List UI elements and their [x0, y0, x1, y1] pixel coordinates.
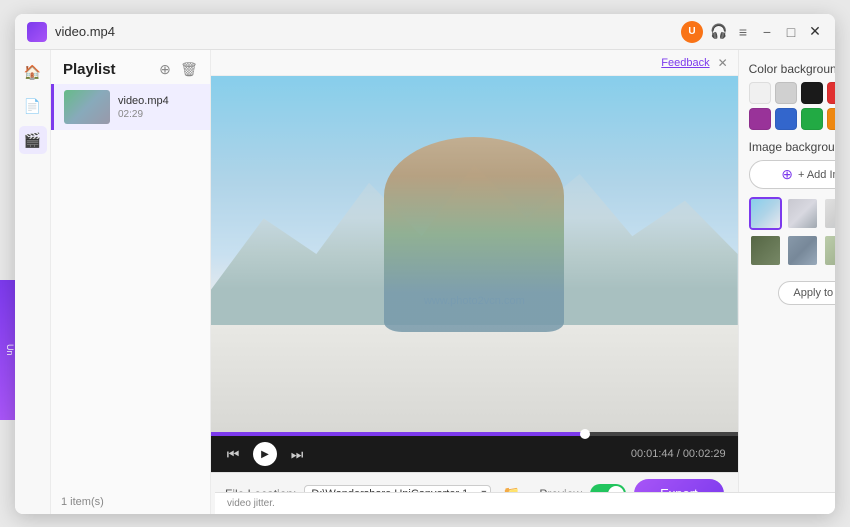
- add-image-label: + Add Image: [798, 169, 835, 181]
- window-title: video.mp4: [55, 24, 681, 39]
- prev-button[interactable]: ⏮: [223, 444, 243, 464]
- right-panel: Color background: Image background:: [738, 50, 835, 514]
- playlist-item-name: video.mp4: [118, 95, 200, 107]
- title-bar: video.mp4 U 🎧 ≡ − □ ✕: [15, 14, 835, 50]
- sidebar-home-icon[interactable]: 🏠: [19, 58, 47, 86]
- add-image-button[interactable]: ⊕ + Add Image: [749, 160, 835, 189]
- image-thumb-7[interactable]: [823, 234, 835, 267]
- plus-icon: ⊕: [781, 166, 793, 183]
- time-display: 00:01:44 / 00:02:29: [631, 448, 726, 460]
- swatch-blue[interactable]: [775, 108, 797, 130]
- tooltip-text: video jitter.: [227, 498, 275, 509]
- playlist-thumbnail: [64, 90, 110, 124]
- video-column: Feedback ✕ www.photo2vcn.com ⏮ ▶ ⏭: [211, 50, 738, 514]
- swatch-red[interactable]: [827, 82, 835, 104]
- image-grid: [749, 197, 835, 267]
- app-icon: [27, 22, 47, 42]
- image-bg-section: Image background: ⊕ + Add Image: [749, 140, 835, 267]
- playlist-header: Playlist ⊕ 🗑: [51, 50, 210, 84]
- swatch-black[interactable]: [801, 82, 823, 104]
- feedback-link[interactable]: Feedback: [661, 57, 709, 69]
- play-button[interactable]: ▶: [253, 442, 277, 466]
- playlist-actions: ⊕ 🗑: [156, 60, 198, 78]
- item-count: 1 item(s): [51, 490, 210, 514]
- playback-controls: ⏮ ▶ ⏭ 00:01:44 / 00:02:29: [211, 436, 738, 472]
- thumbnail-image: [64, 90, 110, 124]
- sidebar-icons: 🏠 📄 🎬: [15, 50, 51, 514]
- playlist-item[interactable]: video.mp4 02:29: [51, 84, 210, 130]
- image-thumb-5[interactable]: [749, 234, 782, 267]
- image-bg-title: Image background:: [749, 140, 835, 154]
- video-display: www.photo2vcn.com: [211, 76, 738, 432]
- headphone-icon[interactable]: 🎧: [711, 24, 727, 40]
- thumb-inner-3: [825, 199, 835, 228]
- window-controls: U 🎧 ≡ − □ ✕: [681, 21, 823, 43]
- apply-to-all-button[interactable]: Apply to All: [778, 281, 835, 305]
- maximize-button[interactable]: □: [783, 24, 799, 40]
- user-avatar[interactable]: U: [681, 21, 703, 43]
- color-bg-section: Color background:: [749, 62, 835, 130]
- color-bg-title: Color background:: [749, 62, 835, 76]
- video-area: www.photo2vcn.com ⏮ ▶ ⏭ 00:01:44 / 00:02…: [211, 76, 738, 472]
- progress-track[interactable]: [211, 432, 738, 436]
- progress-fill: [211, 432, 585, 436]
- feedback-close-icon[interactable]: ✕: [718, 56, 728, 70]
- swatch-purple[interactable]: [749, 108, 771, 130]
- feedback-bar: Feedback ✕: [211, 50, 738, 76]
- playlist-item-duration: 02:29: [118, 109, 200, 120]
- content-area: 🏠 📄 🎬 Playlist ⊕ 🗑 video.mp4 02:29: [15, 50, 835, 514]
- tooltip-bar: video jitter.: [215, 492, 835, 514]
- video-person-overlay: [384, 137, 564, 333]
- progress-thumb: [580, 429, 590, 439]
- playlist-panel: Playlist ⊕ 🗑 video.mp4 02:29 1 item(s): [51, 50, 211, 514]
- swatch-orange[interactable]: [827, 108, 835, 130]
- image-thumb-1[interactable]: [749, 197, 782, 230]
- thumb-inner-7: [825, 236, 835, 265]
- playlist-title: Playlist: [63, 61, 116, 78]
- menu-icon[interactable]: ≡: [735, 24, 751, 40]
- main-window: video.mp4 U 🎧 ≡ − □ ✕ 🏠 📄 🎬 Playlist ⊕ 🗑: [15, 14, 835, 514]
- thumb-inner-5: [751, 236, 780, 265]
- swatch-lightgray[interactable]: [775, 82, 797, 104]
- playlist-delete-button[interactable]: 🗑: [180, 60, 198, 78]
- color-swatches: [749, 82, 835, 130]
- thumb-inner-1: [751, 199, 780, 228]
- sidebar-file-icon[interactable]: 📄: [19, 92, 47, 120]
- playlist-item-info: video.mp4 02:29: [118, 95, 200, 120]
- swatch-white[interactable]: [749, 82, 771, 104]
- image-thumb-6[interactable]: [786, 234, 819, 267]
- minimize-button[interactable]: −: [759, 24, 775, 40]
- thumb-inner-2: [788, 199, 817, 228]
- swatch-green[interactable]: [801, 108, 823, 130]
- thumb-inner-6: [788, 236, 817, 265]
- next-button[interactable]: ⏭: [287, 444, 307, 464]
- playlist-add-button[interactable]: ⊕: [156, 60, 174, 78]
- image-thumb-2[interactable]: [786, 197, 819, 230]
- close-button[interactable]: ✕: [807, 24, 823, 40]
- sidebar-video-icon[interactable]: 🎬: [19, 126, 47, 154]
- image-thumb-3[interactable]: [823, 197, 835, 230]
